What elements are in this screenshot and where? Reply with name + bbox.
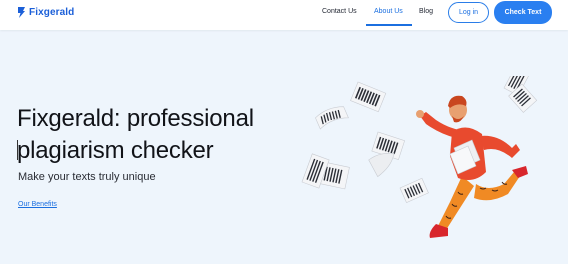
paper-icon <box>399 177 429 204</box>
nav-blog[interactable]: Blog <box>419 8 433 15</box>
nav-about-us[interactable]: About Us <box>374 8 403 15</box>
fixgerald-logo-icon <box>18 7 25 18</box>
hero-subtitle: Make your texts truly unique <box>18 171 156 183</box>
active-nav-indicator <box>366 24 412 26</box>
brand-logo[interactable]: Fixgerald <box>17 6 74 19</box>
hero-title: Fixgerald: professional plagiarism check… <box>17 105 254 164</box>
top-navbar: Fixgerald Contact Us About Us Blog Log i… <box>0 0 568 30</box>
our-benefits-link[interactable]: Our Benefits <box>18 201 57 208</box>
check-text-button[interactable]: Check Text <box>494 1 552 24</box>
paper-icon <box>350 81 387 113</box>
running-man-figure <box>416 95 528 238</box>
nav-contact-us[interactable]: Contact Us <box>322 8 357 15</box>
paper-icon <box>368 152 395 178</box>
paper-icon <box>315 106 349 130</box>
login-button[interactable]: Log in <box>448 2 489 23</box>
running-man-with-papers-illustration <box>301 76 538 238</box>
brand-name: Fixgerald <box>29 7 75 18</box>
text-cursor <box>17 140 18 160</box>
